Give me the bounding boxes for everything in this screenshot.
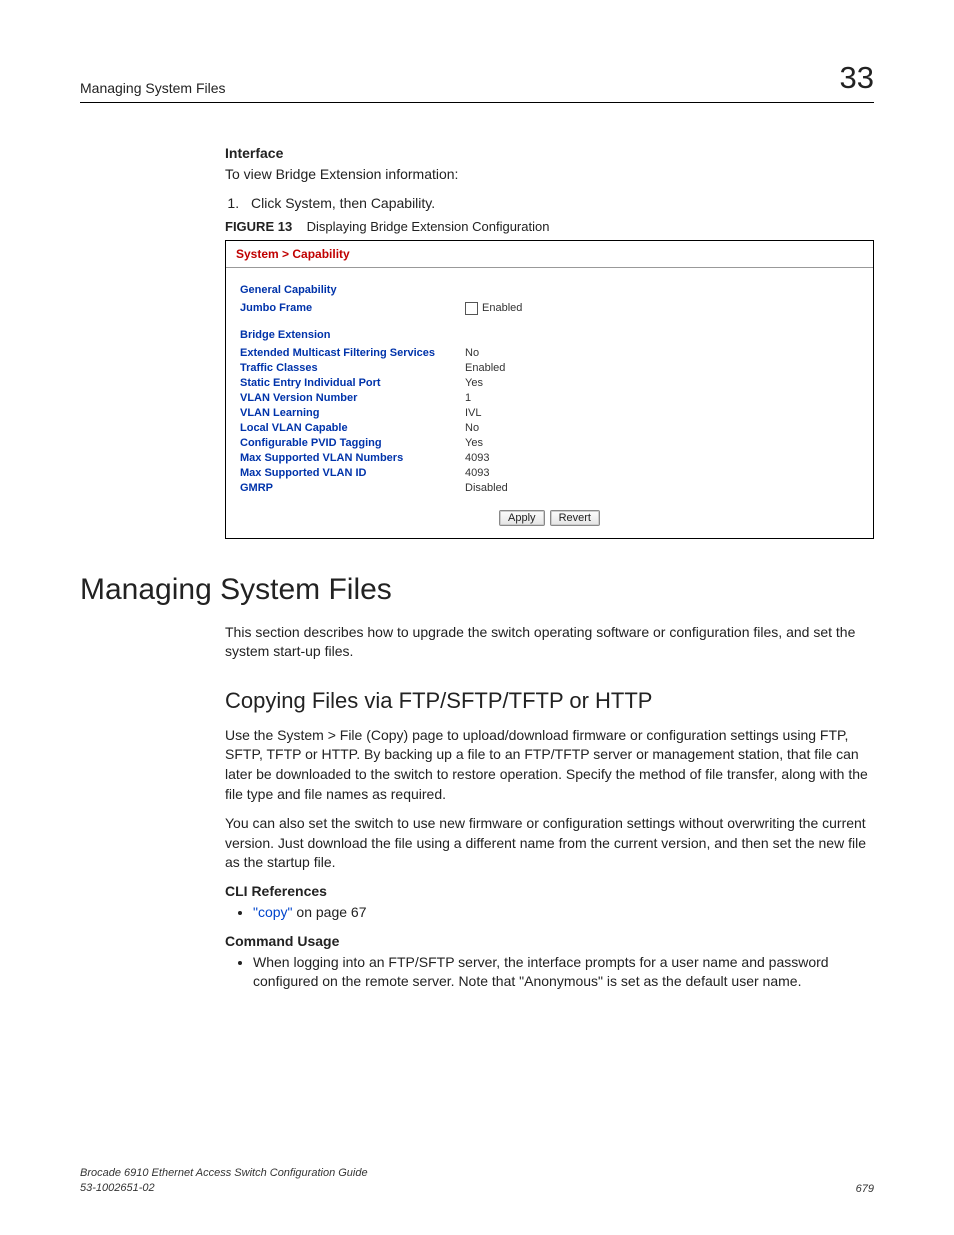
bridge-row-value: IVL (465, 407, 482, 419)
bridge-row-label: Configurable PVID Tagging (240, 437, 465, 449)
bridge-row-label: VLAN Learning (240, 407, 465, 419)
figure-screenshot: System > Capability General Capability J… (225, 240, 874, 539)
bridge-row: Configurable PVID TaggingYes (240, 437, 859, 449)
intro-paragraph: This section describes how to upgrade th… (225, 623, 874, 662)
cli-reference-item: "copy" on page 67 (253, 903, 874, 923)
bridge-row-label: Static Entry Individual Port (240, 377, 465, 389)
bridge-row-value: Disabled (465, 482, 508, 494)
apply-button[interactable]: Apply (499, 510, 545, 526)
bridge-row-value: No (465, 347, 479, 359)
bridge-row-value: Yes (465, 377, 483, 389)
bridge-row-value: No (465, 422, 479, 434)
copy-link[interactable]: "copy" (253, 904, 293, 920)
header-rule (80, 102, 874, 103)
bridge-row-label: Traffic Classes (240, 362, 465, 374)
bridge-row: Max Supported VLAN ID4093 (240, 467, 859, 479)
bridge-row-label: GMRP (240, 482, 465, 494)
bridge-row: Traffic ClassesEnabled (240, 362, 859, 374)
interface-heading: Interface (225, 145, 874, 161)
bridge-row-value: 1 (465, 392, 471, 404)
bridge-row-label: Max Supported VLAN Numbers (240, 452, 465, 464)
figure-title: Displaying Bridge Extension Configuratio… (307, 219, 550, 234)
bridge-row-label: Local VLAN Capable (240, 422, 465, 434)
general-capability-heading: General Capability (240, 284, 859, 296)
footer-title: Brocade 6910 Ethernet Access Switch Conf… (80, 1166, 368, 1180)
figure-caption: FIGURE 13 Displaying Bridge Extension Co… (225, 219, 874, 234)
chapter-number: 33 (840, 60, 874, 96)
bridge-row-value: 4093 (465, 452, 489, 464)
bridge-row: VLAN Version Number1 (240, 392, 859, 404)
section-heading: Managing System Files (80, 573, 874, 607)
bridge-row-label: VLAN Version Number (240, 392, 465, 404)
bridge-row-label: Extended Multicast Filtering Services (240, 347, 465, 359)
bridge-row: GMRPDisabled (240, 482, 859, 494)
footer-docnum: 53-1002651-02 (80, 1181, 368, 1195)
bridge-row-label: Max Supported VLAN ID (240, 467, 465, 479)
jumbo-frame-value: Enabled (482, 302, 522, 314)
step-1: Click System, then Capability. (243, 195, 874, 211)
cli-tail: on page 67 (293, 904, 367, 920)
page-number: 679 (856, 1183, 874, 1195)
bridge-row: Extended Multicast Filtering ServicesNo (240, 347, 859, 359)
figure-label: FIGURE 13 (225, 219, 292, 234)
bridge-row: Max Supported VLAN Numbers4093 (240, 452, 859, 464)
command-usage-item: When logging into an FTP/SFTP server, th… (253, 953, 874, 992)
jumbo-frame-label: Jumbo Frame (240, 302, 465, 314)
command-usage-heading: Command Usage (225, 933, 874, 949)
bridge-row: Local VLAN CapableNo (240, 422, 859, 434)
bridge-row: Static Entry Individual PortYes (240, 377, 859, 389)
running-header: Managing System Files (80, 80, 226, 96)
subsection-heading: Copying Files via FTP/SFTP/TFTP or HTTP (225, 688, 874, 714)
revert-button[interactable]: Revert (550, 510, 600, 526)
bridge-row-value: 4093 (465, 467, 489, 479)
paragraph-2: You can also set the switch to use new f… (225, 814, 874, 873)
bridge-extension-heading: Bridge Extension (240, 329, 859, 341)
paragraph-1: Use the System > File (Copy) page to upl… (225, 726, 874, 804)
bridge-row: VLAN LearningIVL (240, 407, 859, 419)
cli-references-heading: CLI References (225, 883, 874, 899)
bridge-row-value: Enabled (465, 362, 505, 374)
interface-text: To view Bridge Extension information: (225, 165, 874, 185)
jumbo-frame-checkbox[interactable] (465, 302, 478, 315)
bridge-row-value: Yes (465, 437, 483, 449)
breadcrumb: System > Capability (226, 241, 873, 268)
